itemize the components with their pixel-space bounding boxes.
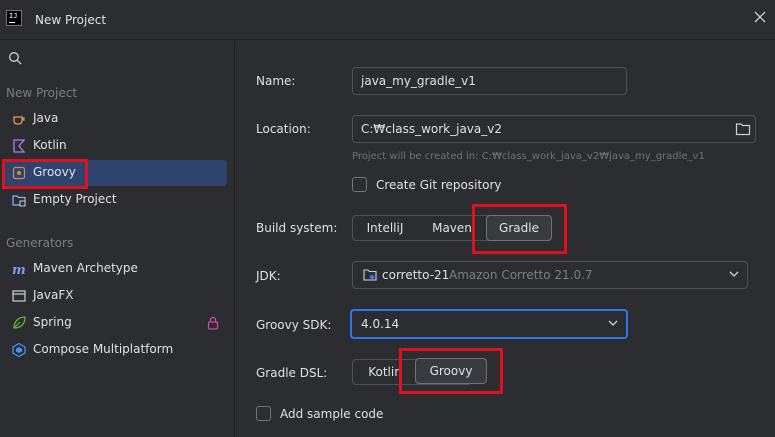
sidebar-item-javafx[interactable]: JavaFX (4, 283, 227, 309)
sidebar-item-java[interactable]: Java (4, 106, 227, 132)
maven-icon: m (12, 263, 26, 277)
intellij-app-icon: IJ (6, 10, 22, 26)
jdk-detail: Amazon Corretto 21.0.7 (449, 268, 593, 282)
search-icon[interactable] (8, 51, 22, 65)
sample-code-label: Add sample code (280, 407, 384, 421)
highlight-box-gradle (472, 204, 567, 254)
jdk-folder-icon (363, 269, 377, 281)
javafx-icon (12, 290, 26, 302)
build-system-label: Build system: (256, 221, 338, 235)
gradle-dsl-label: Gradle DSL: (256, 366, 328, 380)
chevron-down-icon (729, 271, 739, 277)
chevron-down-icon (608, 320, 618, 326)
kotlin-icon (13, 139, 26, 153)
jdk-dropdown[interactable]: corretto-21 Amazon Corretto 21.0.7 (352, 261, 748, 289)
location-value: C:₩class_work_java_v2 (361, 122, 502, 136)
window-title: New Project (35, 13, 107, 27)
sidebar-item-kotlin[interactable]: Kotlin (4, 133, 227, 159)
groovy-sdk-value: 4.0.14 (361, 317, 400, 331)
sidebar-item-label: Java (33, 111, 59, 125)
sidebar-section-new-project: New Project (6, 86, 78, 100)
compose-icon (12, 342, 26, 358)
lock-icon (207, 316, 219, 330)
name-label: Name: (256, 74, 296, 88)
highlight-box-groovy-sidebar (2, 159, 88, 189)
location-hint: Project will be created in: C:₩class_wor… (352, 151, 705, 162)
groovy-sdk-label: Groovy SDK: (256, 318, 332, 332)
location-field[interactable]: C:₩class_work_java_v2 (352, 115, 756, 143)
sidebar-item-maven-archetype[interactable]: m Maven Archetype (4, 256, 227, 282)
git-repo-label: Create Git repository (376, 178, 502, 192)
sidebar-item-label: Maven Archetype (33, 261, 138, 275)
sidebar-item-label: Compose Multiplatform (33, 342, 174, 356)
jdk-label: JDK: (256, 269, 281, 283)
sidebar-section-generators: Generators (6, 236, 74, 250)
empty-project-icon (12, 195, 26, 207)
title-bar: IJ New Project (0, 0, 775, 40)
git-repo-checkbox[interactable] (352, 177, 367, 192)
groovy-sdk-dropdown[interactable]: 4.0.14 (350, 309, 628, 339)
location-label: Location: (256, 122, 311, 136)
sidebar-item-compose-multiplatform[interactable]: Compose Multiplatform (4, 337, 227, 363)
java-cup-icon (13, 116, 25, 125)
sidebar-item-label: Spring (33, 315, 72, 329)
sidebar-item-spring[interactable]: Spring (4, 310, 227, 336)
jdk-name: corretto-21 (382, 268, 450, 282)
project-settings-form: Name: java_my_gradle_v1 Location: C:₩cla… (236, 41, 775, 437)
sidebar: New Project Java Kotlin Groovy Empty Pro… (0, 41, 235, 437)
sample-code-checkbox[interactable] (256, 406, 271, 421)
sidebar-item-label: Empty Project (33, 192, 117, 206)
sidebar-item-label: JavaFX (33, 288, 74, 302)
sidebar-item-label: Kotlin (33, 138, 67, 152)
folder-icon[interactable] (735, 122, 751, 136)
name-field[interactable]: java_my_gradle_v1 (352, 67, 627, 95)
close-icon[interactable] (752, 9, 768, 25)
build-option-intellij[interactable]: IntelliJ (353, 216, 417, 240)
spring-icon (13, 316, 26, 329)
svg-text:m: m (12, 263, 26, 277)
highlight-box-groovy-dsl (399, 348, 503, 394)
sidebar-item-empty-project[interactable]: Empty Project (4, 187, 227, 213)
